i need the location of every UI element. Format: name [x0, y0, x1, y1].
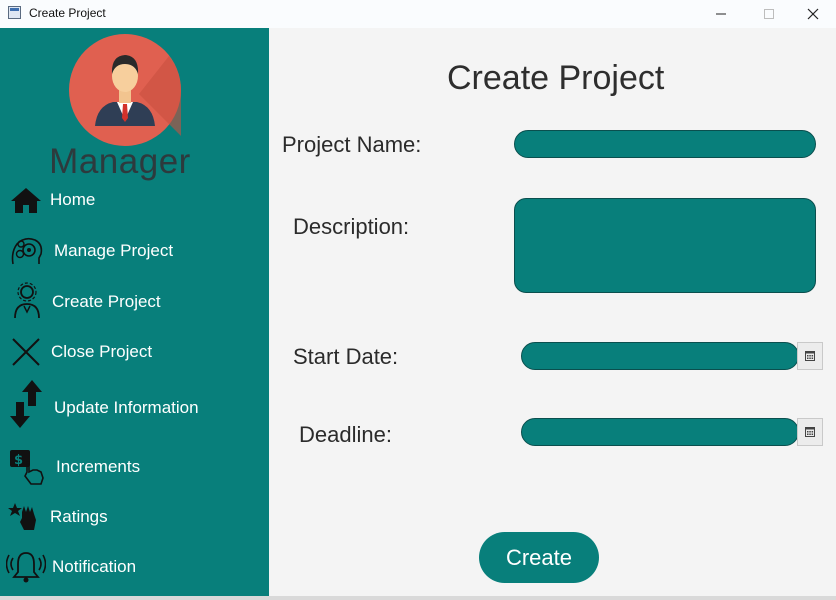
sidebar-item-manage-project[interactable]: Manage Project	[0, 234, 269, 268]
sidebar-item-create-project[interactable]: Create Project	[0, 282, 269, 319]
minimize-button[interactable]	[698, 0, 744, 28]
deadline-input[interactable]	[521, 418, 799, 446]
window-bottom-edge	[0, 596, 836, 600]
sidebar-item-label: Update Information	[54, 398, 199, 417]
sidebar: Manager Home Manage Project Create Proje…	[0, 28, 269, 596]
start-date-input[interactable]	[521, 342, 799, 370]
app-window-icon	[8, 6, 21, 19]
star-hand-icon	[8, 503, 36, 530]
start-date-calendar-button[interactable]	[797, 342, 823, 370]
create-project-form: Create Project Project Name: Description…	[269, 28, 836, 596]
maximize-icon	[764, 9, 774, 19]
description-textarea[interactable]	[514, 198, 816, 293]
close-x-icon	[12, 338, 40, 366]
description-label: Description:	[293, 214, 410, 239]
minimize-icon	[716, 13, 726, 15]
deadline-label: Deadline:	[299, 422, 392, 447]
sidebar-item-label: Create Project	[52, 292, 161, 311]
sidebar-item-label: Close Project	[51, 342, 153, 361]
calendar-icon	[805, 351, 815, 361]
home-icon	[11, 188, 41, 213]
maximize-button[interactable]	[746, 0, 792, 28]
money-hand-icon: $	[10, 450, 44, 485]
person-gear-icon	[14, 282, 40, 319]
sidebar-item-home[interactable]: Home	[0, 183, 269, 217]
sidebar-item-ratings[interactable]: Ratings	[0, 500, 269, 534]
sidebar-item-label: Increments	[56, 457, 141, 476]
start-date-picker	[521, 342, 823, 370]
svg-text:$: $	[14, 453, 23, 468]
sidebar-item-label: Manage Project	[54, 241, 174, 260]
deadline-calendar-button[interactable]	[797, 418, 823, 446]
sidebar-item-increments[interactable]: $ Increments	[0, 450, 269, 485]
page-title: Create Project	[447, 59, 665, 97]
sidebar-item-notification[interactable]: Notification	[0, 550, 269, 584]
gear-head-icon	[11, 237, 43, 265]
sidebar-item-label: Notification	[52, 557, 137, 576]
start-date-label: Start Date:	[293, 344, 399, 369]
bell-icon	[6, 552, 46, 583]
close-window-button[interactable]	[790, 0, 836, 28]
create-button[interactable]: Create	[479, 532, 599, 583]
sidebar-item-update-information[interactable]: Update Information	[0, 380, 269, 428]
close-icon	[807, 8, 819, 20]
project-name-input[interactable]	[514, 130, 816, 158]
up-down-arrows-icon	[10, 380, 42, 428]
manager-avatar-icon	[69, 34, 181, 146]
window-title: Create Project	[29, 6, 106, 20]
project-name-label: Project Name:	[282, 132, 422, 157]
role-label: Manager	[49, 142, 191, 181]
sidebar-item-label: Home	[50, 190, 96, 209]
calendar-icon	[805, 427, 815, 437]
deadline-picker	[521, 418, 823, 446]
sidebar-item-label: Ratings	[50, 507, 108, 526]
sidebar-item-close-project[interactable]: Close Project	[0, 335, 269, 369]
window-titlebar: Create Project	[0, 0, 836, 28]
